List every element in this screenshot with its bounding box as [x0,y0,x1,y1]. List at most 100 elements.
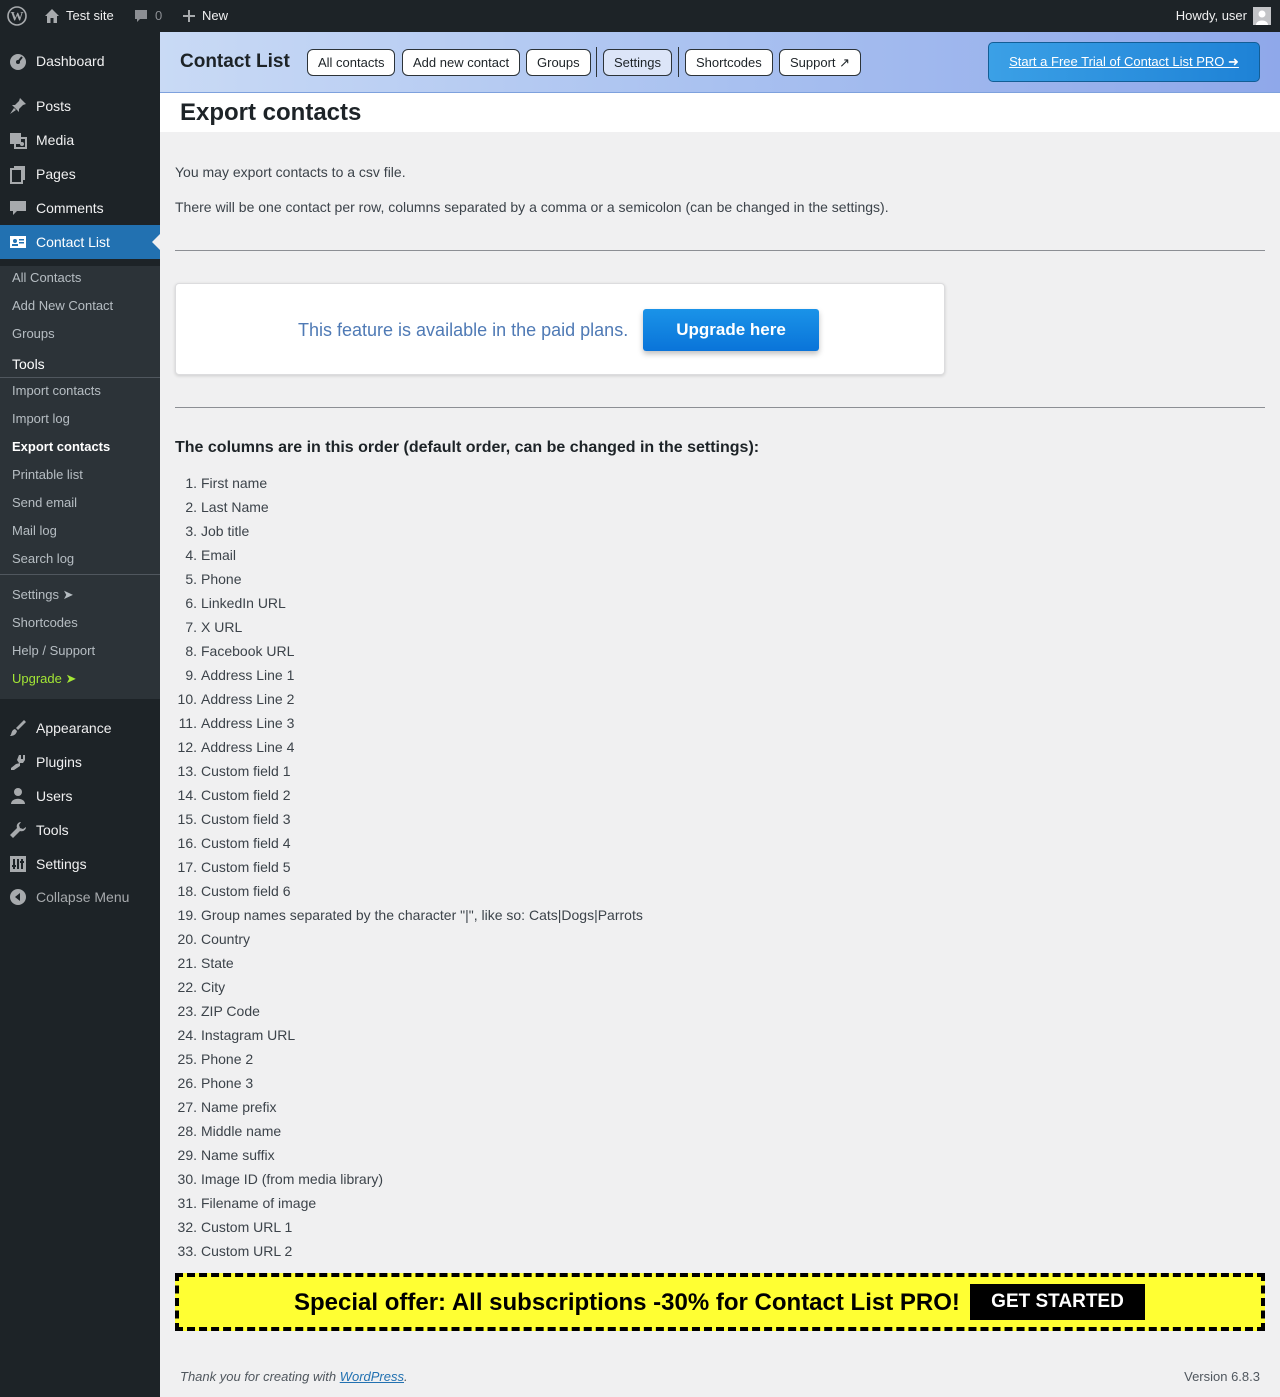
submenu-search-log[interactable]: Search log [12,549,74,569]
submenu-shortcodes[interactable]: Shortcodes [12,613,78,633]
list-item-number: 29. [177,1147,197,1163]
submenu-import-contacts[interactable]: Import contacts [12,381,101,401]
menu-label: Contact List [36,234,110,250]
list-item: 25. Phone 2 [175,1047,643,1071]
submenu-export-contacts[interactable]: Export contacts [12,437,110,457]
new-content-link[interactable]: New [182,0,228,32]
submenu-divider [0,377,160,378]
nav-support[interactable]: Support ↗ [779,49,862,76]
list-item-label: Address Line 2 [201,691,295,707]
submenu-divider [0,574,160,575]
get-started-button[interactable]: GET STARTED [970,1284,1145,1320]
submenu-all-contacts[interactable]: All Contacts [12,268,81,288]
list-item-number: 17. [177,859,197,875]
list-item-number: 7. [185,619,197,635]
list-item-number: 13. [177,763,197,779]
list-item-number: 31. [177,1195,197,1211]
page-title: Export contacts [180,99,362,126]
nav-add-new-contact[interactable]: Add new contact [402,49,521,76]
wordpress-logo-icon[interactable]: W [7,0,27,32]
list-item-label: Filename of image [201,1195,317,1211]
list-item-label: Address Line 4 [201,739,295,755]
list-item-label: First name [201,475,268,491]
menu-tools[interactable]: Tools [0,813,160,847]
submenu-add-new-contact[interactable]: Add New Contact [12,296,113,316]
menu-plugins[interactable]: Plugins [0,745,160,779]
plugin-header: Contact List All contacts Add new contac… [160,32,1280,93]
list-item: 11. Address Line 3 [175,711,643,735]
list-item: 8. Facebook URL [175,639,643,663]
menu-appearance[interactable]: Appearance [0,711,160,745]
list-item-number: 3. [185,523,197,539]
menu-contact-list[interactable]: Contact List [0,225,160,259]
list-item-label: Custom field 1 [201,763,291,779]
submenu-send-email[interactable]: Send email [12,493,77,513]
submenu-tools-heading: Tools [12,356,45,372]
list-item-number: 1. [185,475,197,491]
upgrade-button[interactable]: Upgrade here [643,309,819,351]
menu-users[interactable]: Users [0,779,160,813]
list-item: 19. Group names separated by the characte… [175,903,643,927]
menu-posts[interactable]: Posts [0,89,160,123]
list-item-label: Phone 2 [201,1051,254,1067]
list-item-number: 21. [177,955,197,971]
submenu-help-support[interactable]: Help / Support [12,641,95,661]
list-item-label: Country [201,931,251,947]
contact-card-icon [0,232,36,252]
media-icon [0,130,36,150]
avatar [1253,7,1271,25]
submenu-upgrade[interactable]: Upgrade ➤ [12,669,76,689]
menu-pages[interactable]: Pages [0,157,160,191]
menu-media[interactable]: Media [0,123,160,157]
list-item-number: 15. [177,811,197,827]
list-item-label: X URL [201,619,243,635]
list-item: 24. Instagram URL [175,1023,643,1047]
menu-label: Settings [36,856,87,872]
list-item-label: Email [201,547,237,563]
menu-collapse[interactable]: Collapse Menu [0,880,160,914]
nav-shortcodes[interactable]: Shortcodes [685,49,773,76]
submenu-printable-list[interactable]: Printable list [12,465,83,485]
wordpress-link[interactable]: WordPress [340,1369,404,1384]
list-item: 7. X URL [175,615,643,639]
pin-icon [0,96,36,116]
free-trial-button[interactable]: Start a Free Trial of Contact List PRO ➜ [988,42,1260,82]
list-item-label: Custom field 6 [201,883,291,899]
menu-label: Comments [36,200,104,216]
list-item: 23. ZIP Code [175,999,643,1023]
my-account-link[interactable]: Howdy, user [1176,0,1271,32]
pages-icon [0,164,36,184]
list-item: 16. Custom field 4 [175,831,643,855]
list-item-label: City [201,979,226,995]
submenu-settings[interactable]: Settings ➤ [12,585,73,605]
home-icon [45,9,59,23]
list-item: 5. Phone [175,567,643,591]
list-item: 18. Custom field 6 [175,879,643,903]
list-item-label: Custom URL 2 [201,1243,293,1259]
list-item-number: 25. [177,1051,197,1067]
list-item-label: Custom field 2 [201,787,291,803]
comments-link[interactable]: 0 [133,0,162,32]
menu-settings[interactable]: Settings [0,847,160,881]
menu-comments[interactable]: Comments [0,191,160,225]
submenu-mail-log[interactable]: Mail log [12,521,57,541]
list-item: 14. Custom field 2 [175,783,643,807]
list-item-label: Job title [201,523,250,539]
menu-label: Pages [36,166,76,182]
nav-all-contacts[interactable]: All contacts [307,49,396,76]
list-item: 9. Address Line 1 [175,663,643,687]
submenu-groups[interactable]: Groups [12,324,55,344]
list-item-label: Address Line 1 [201,667,295,683]
paintbrush-icon [0,718,36,738]
nav-settings[interactable]: Settings [603,49,672,76]
list-item-number: 9. [185,667,197,683]
submenu-import-log[interactable]: Import log [12,409,70,429]
list-item-number: 30. [177,1171,197,1187]
site-name-link[interactable]: Test site [44,0,114,32]
nav-groups[interactable]: Groups [526,49,591,76]
list-item-label: Facebook URL [201,643,295,659]
menu-label: Posts [36,98,72,114]
columns-heading: The columns are in this order (default o… [175,439,760,456]
menu-dashboard[interactable]: Dashboard [0,44,160,78]
list-item-number: 11. [178,715,197,731]
